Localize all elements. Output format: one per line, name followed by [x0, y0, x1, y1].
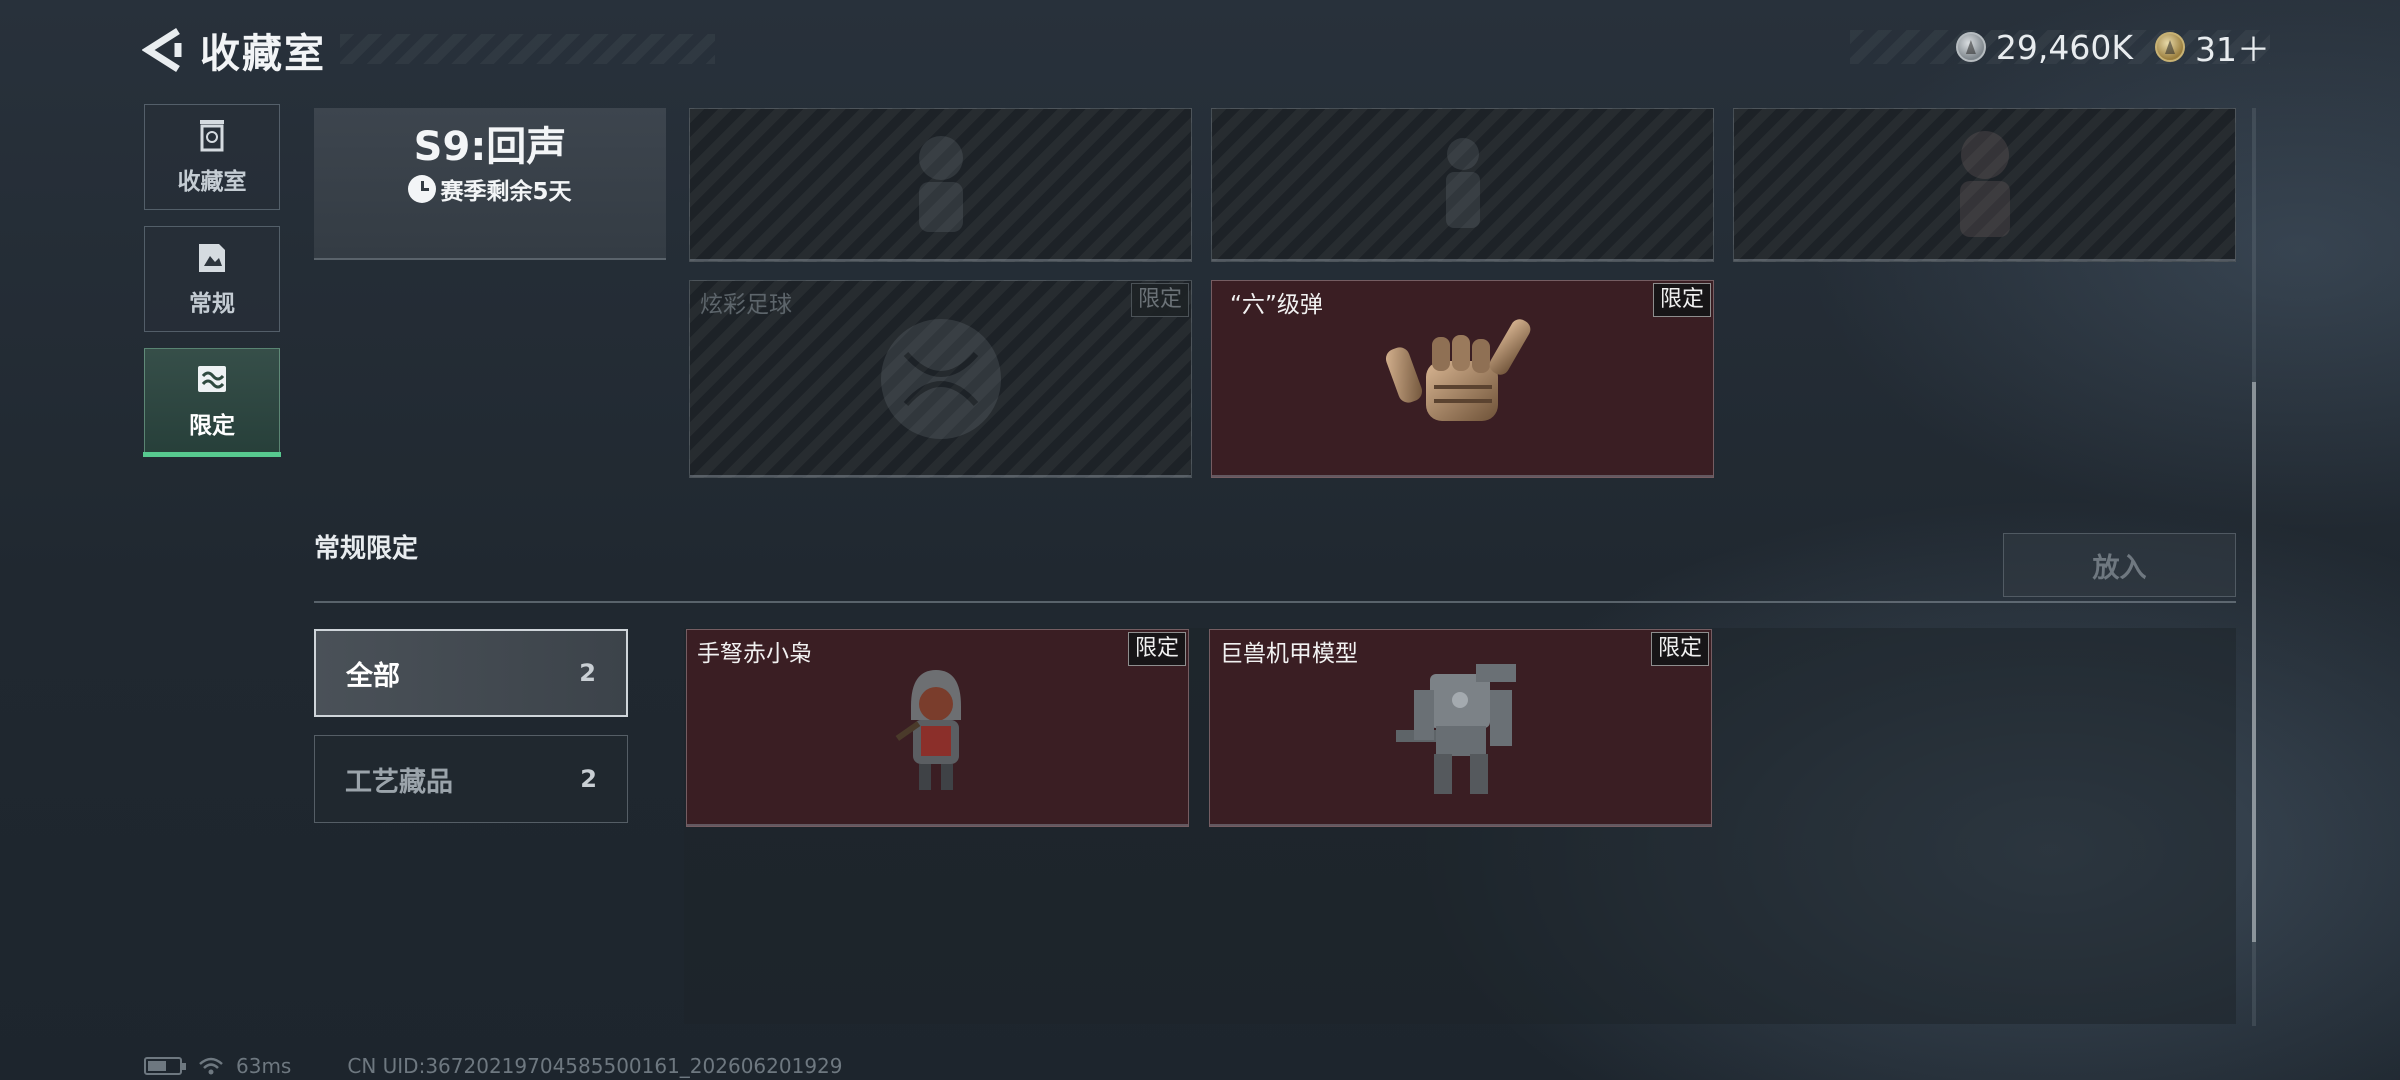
hooded-figure-icon — [895, 670, 961, 790]
filter-craft-collectibles[interactable]: 工艺藏品 2 — [314, 735, 628, 823]
item-name: 巨兽机甲模型 — [1220, 641, 1358, 667]
limited-tag: 限定 — [1130, 283, 1189, 317]
clock-icon — [408, 175, 437, 203]
regular-icon — [199, 244, 225, 272]
currency-gold[interactable]: 31＋ — [2155, 23, 2270, 71]
ping-text: 63ms — [236, 1054, 292, 1078]
back-arrow-icon — [142, 28, 182, 72]
silver-coin-icon — [1955, 32, 1986, 62]
season-item-card[interactable] — [1733, 108, 2236, 262]
nav-item-regular[interactable]: 常规 — [144, 226, 280, 332]
limited-tag: 限定 — [1127, 632, 1186, 666]
item-name: 炫彩足球 — [700, 292, 792, 318]
filter-label: 全部 — [346, 660, 400, 692]
figure-icon — [1959, 131, 2010, 237]
page-title: 收藏室 — [200, 31, 326, 77]
nav-item-limited[interactable]: 限定 — [143, 348, 281, 457]
section-title: 常规限定 — [314, 534, 419, 564]
card-underline — [1734, 259, 2235, 261]
nav-label: 常规 — [189, 291, 235, 317]
card-underline — [1212, 475, 1713, 477]
nav-item-collection[interactable]: 收藏室 — [144, 104, 280, 210]
collection-icon — [200, 120, 224, 152]
football-icon — [880, 319, 1001, 439]
currency-silver[interactable]: 29,460K — [1955, 27, 2133, 67]
filter-count: 2 — [579, 659, 596, 687]
season-remaining: 赛季剩余5天 — [314, 172, 666, 206]
status-bar: 63ms CN UID:3672021970458550016​1_202606… — [144, 1054, 843, 1078]
back-button[interactable] — [140, 25, 186, 75]
nav-label: 限定 — [189, 413, 235, 439]
regular-item-card[interactable]: 手弩赤小枭 限定 — [686, 629, 1189, 827]
limited-icon — [198, 366, 226, 392]
filter-all[interactable]: 全部 2 — [314, 629, 628, 717]
figure-icon — [1445, 138, 1480, 228]
season-title: S9:回声 — [413, 124, 567, 170]
limited-tag: 限定 — [1650, 632, 1709, 666]
filter-label: 工艺藏品 — [345, 766, 453, 798]
scrollbar-thumb[interactable] — [2252, 382, 2256, 942]
filter-count: 2 — [580, 765, 597, 793]
mech-model-icon — [1396, 664, 1516, 794]
wifi-icon — [199, 1057, 223, 1075]
currency-bar: 29,460K 31＋ — [1850, 27, 2270, 69]
season-item-card-owned[interactable]: “六”级弹 限定 — [1211, 280, 1714, 478]
title-decoration — [340, 34, 715, 64]
item-name: 手弩赤小枭 — [697, 641, 812, 667]
currency-gold-value: 31＋ — [2195, 30, 2270, 69]
season-card: S9:回声 赛季剩余5天 — [314, 108, 666, 260]
regular-item-card[interactable]: 巨兽机甲模型 限定 — [1209, 629, 1712, 827]
card-underline — [1210, 824, 1711, 826]
item-name: “六”级弹 — [1230, 292, 1323, 318]
card-underline — [690, 259, 1191, 261]
nav-label: 收藏室 — [177, 169, 247, 195]
uid-text: CN UID:3672021970458550016​1_20260620192… — [347, 1054, 843, 1078]
put-in-button[interactable]: 放入 — [2003, 533, 2236, 597]
currency-silver-value: 29,460K — [1995, 27, 2133, 67]
gold-coin-icon — [2155, 32, 2185, 62]
figure-icon — [918, 136, 963, 232]
season-remaining-text: 赛季剩余5天 — [440, 179, 572, 205]
battery-icon — [144, 1057, 186, 1075]
section-divider — [314, 601, 2236, 603]
card-underline — [687, 824, 1188, 826]
season-item-card[interactable] — [689, 108, 1192, 262]
season-item-card[interactable]: 炫彩足球 限定 — [689, 280, 1192, 478]
scrollbar[interactable] — [2252, 108, 2256, 1026]
card-underline — [690, 475, 1191, 477]
limited-tag: 限定 — [1652, 283, 1711, 317]
card-underline — [1212, 259, 1713, 261]
header: 收藏室 — [140, 22, 715, 78]
shaka-hand-icon — [1385, 319, 1531, 421]
season-item-card[interactable] — [1211, 108, 1714, 262]
